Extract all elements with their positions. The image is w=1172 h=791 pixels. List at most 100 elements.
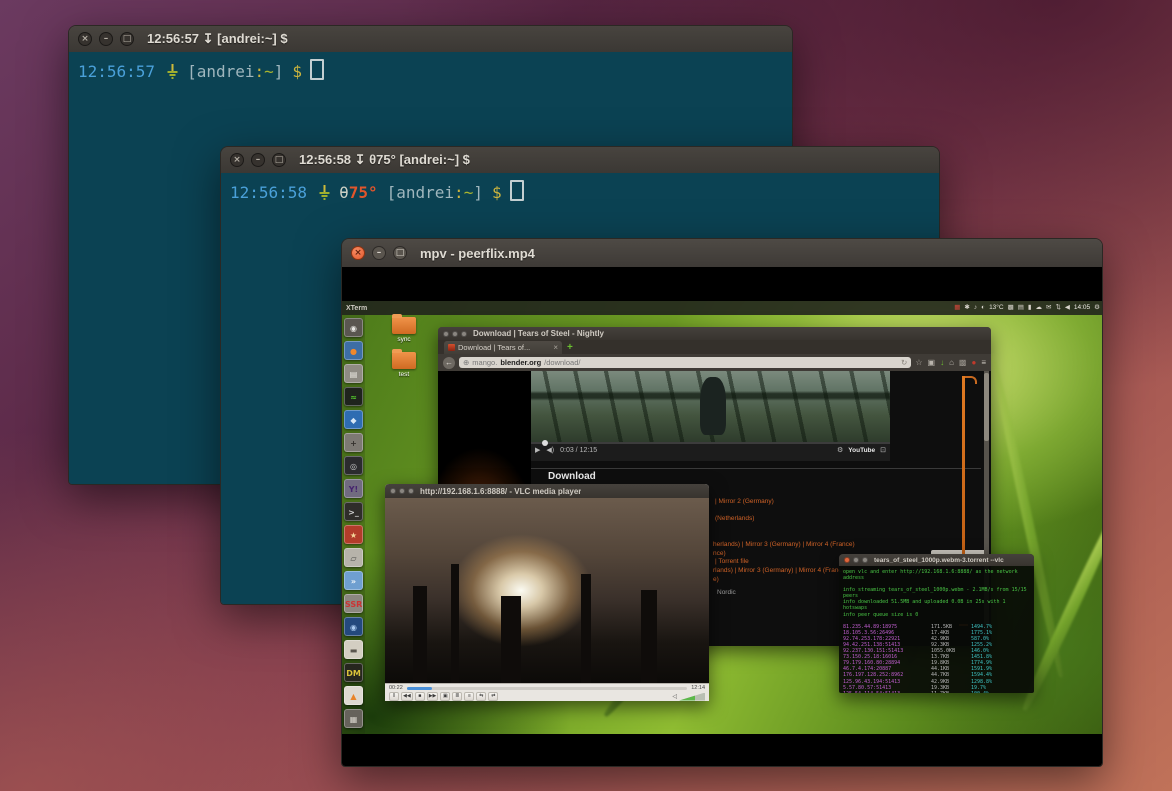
disk-icon: ▤ bbox=[1018, 301, 1024, 315]
system-tray: ▦✱♪◐13°C▩▤▮☁✉⇅◀14:05⚙ bbox=[954, 301, 1100, 315]
playlist-button: ≡ bbox=[464, 692, 474, 701]
terminal2-titlebar[interactable]: × – □ 12:56:58 ↧ θ75° [andrei:~] $ bbox=[221, 147, 939, 173]
peer-ip: 125.54.114.54:51413 bbox=[843, 691, 931, 693]
torrent-file-link: | Torrent file bbox=[715, 558, 749, 565]
launcher-dictionary: ★ bbox=[344, 525, 363, 544]
close-icon bbox=[443, 331, 449, 337]
firefox-titlebar: Download | Tears of Steel - Nightly bbox=[438, 327, 991, 340]
window-title: 12:56:58 ↧ θ75° [andrei:~] $ bbox=[299, 152, 470, 168]
volume-control: ◁ bbox=[672, 693, 705, 701]
section-divider bbox=[531, 468, 981, 469]
dropbox-icon: ▩ bbox=[1008, 301, 1014, 315]
terminal1-titlebar[interactable]: × – □ 12:56:57 ↧ [andrei:~] $ bbox=[69, 26, 792, 52]
mpv-titlebar[interactable]: × – □ mpv - peerflix.mp4 bbox=[342, 239, 1102, 267]
close-icon bbox=[390, 488, 396, 494]
mirror-link: nce) bbox=[713, 550, 726, 557]
peer-speed: 11.7KB bbox=[931, 691, 971, 693]
url-bar: ⊕ mango.blender.org/download/ ↻ bbox=[459, 357, 911, 368]
launcher-text-editor: ▱ bbox=[344, 548, 363, 567]
launcher-web-browser: ◉ bbox=[344, 617, 363, 636]
folder-label: test bbox=[387, 371, 421, 378]
settings-button: ≣ bbox=[452, 692, 462, 701]
peerflix-info-lines: info streaming tears_of_steel_1000p.webm… bbox=[843, 587, 1030, 617]
peerflix-intro-line: open vlc and enter http://192.168.1.6:88… bbox=[843, 569, 1030, 581]
loop-button: ⇆ bbox=[476, 692, 486, 701]
peer-row: 125.54.114.54:51413 11.7KB 100.4% bbox=[843, 691, 1030, 693]
launcher-messenger: » bbox=[344, 571, 363, 590]
prompt-colon: : bbox=[255, 62, 265, 81]
launcher-yahoo: Y! bbox=[344, 479, 363, 498]
launcher-firefox: ● bbox=[344, 341, 363, 360]
tower-silhouette bbox=[501, 596, 521, 683]
prompt-home: ~ bbox=[464, 183, 474, 202]
screenshot-addon-icon: ▩ bbox=[959, 358, 967, 367]
maximize-button[interactable]: □ bbox=[272, 153, 286, 167]
tab-title: Download | Tears of... bbox=[458, 343, 550, 352]
terminal-cursor bbox=[310, 59, 324, 80]
maximize-icon bbox=[461, 331, 467, 337]
youtube-logo: YouTube bbox=[848, 447, 875, 454]
fullscreen-button: ▣ bbox=[440, 692, 450, 701]
bookmark-star-icon: ☆ bbox=[915, 358, 922, 367]
brightness-icon: ◐ bbox=[981, 301, 985, 315]
launcher-trash: ▦ bbox=[344, 709, 363, 728]
prompt-user: [andrei bbox=[187, 62, 254, 81]
desktop-folder-sync: sync bbox=[387, 317, 421, 343]
unity-launcher: ◉●▤≈◆+◎Y!>_★▱»SSR◉▬DM▲▦ bbox=[342, 315, 365, 734]
firefox-tab-bar: Download | Tears of... × + bbox=[438, 340, 991, 354]
previous-button: ◀◀ bbox=[401, 692, 413, 701]
mirror-link: rlands) | Mirror 3 (Germany) | Mirror 4 … bbox=[713, 567, 847, 574]
launcher-audio-recorder: ≈ bbox=[344, 387, 363, 406]
url-path: /download/ bbox=[544, 358, 580, 367]
maximize-button[interactable]: □ bbox=[120, 32, 134, 46]
window-title: 12:56:57 ↧ [andrei:~] $ bbox=[147, 31, 288, 47]
reload-icon: ↻ bbox=[901, 358, 907, 367]
tower-silhouette bbox=[451, 564, 459, 683]
pause-button: ‖ bbox=[389, 692, 399, 701]
elapsed-time: 00:22 bbox=[389, 685, 403, 691]
firefox-navigation-bar: ← ⊕ mango.blender.org/download/ ↻ ☆▣↓⌂▩●… bbox=[438, 354, 991, 371]
maximize-icon bbox=[408, 488, 414, 494]
video-still-person bbox=[700, 377, 726, 435]
video-top-panel: XTerm ▦✱♪◐13°C▩▤▮☁✉⇅◀14:05⚙ bbox=[342, 301, 1102, 315]
download-heading: Download bbox=[548, 471, 596, 482]
total-time: 12:14 bbox=[691, 685, 705, 691]
minimize-button[interactable]: – bbox=[99, 32, 113, 46]
launcher-input-tool: + bbox=[344, 433, 363, 452]
mpv-video-area[interactable]: XTerm ▦✱♪◐13°C▩▤▮☁✉⇅◀14:05⚙ ◉●▤≈◆+◎Y!>_★… bbox=[342, 267, 1102, 766]
vlc-controls: 00:22 12:14 ‖◀◀■▶▶▣≣≡⇆⇄ ◁ bbox=[385, 683, 709, 701]
close-button[interactable]: × bbox=[230, 153, 244, 167]
vlc-window-title: http://192.168.1.6:8888/ - VLC media pla… bbox=[420, 487, 581, 496]
next-button: ▶▶ bbox=[427, 692, 439, 701]
peerflix-window-title: tears_of_steel_1000p.webm-3.torrent --vl… bbox=[874, 557, 1004, 564]
stop-button: ■ bbox=[415, 692, 425, 701]
minimize-button[interactable]: – bbox=[251, 153, 265, 167]
mirror-link: e) bbox=[713, 576, 719, 583]
menu-icon: ≡ bbox=[981, 358, 986, 367]
tab-favicon bbox=[448, 344, 455, 351]
vlc-titlebar: http://192.168.1.6:8888/ - VLC media pla… bbox=[385, 484, 709, 498]
seek-progress bbox=[407, 687, 432, 690]
microphone-icon: ♪ bbox=[974, 301, 977, 315]
bluetooth-icon: ✱ bbox=[964, 301, 969, 315]
tower-silhouette bbox=[641, 590, 657, 683]
video-timestamp: 0:03 / 12:15 bbox=[560, 447, 597, 454]
maximize-button[interactable]: □ bbox=[393, 246, 407, 260]
close-button[interactable]: × bbox=[78, 32, 92, 46]
maximize-icon bbox=[862, 557, 868, 563]
toolbar-icons: ☆▣↓⌂▩●≡ bbox=[915, 358, 986, 367]
info-line: info downloaded 51.5MB and uploaded 0.0B… bbox=[843, 599, 1030, 611]
minimize-button[interactable]: – bbox=[372, 246, 386, 260]
page-art-hook bbox=[965, 376, 977, 384]
prompt-bracket: ] bbox=[274, 62, 284, 81]
region-label: Nordic bbox=[717, 589, 736, 596]
url-domain: blender.org bbox=[500, 358, 541, 367]
prompt-theta: θ bbox=[339, 183, 349, 202]
scrollbar-thumb bbox=[984, 373, 989, 441]
folder-label: sync bbox=[387, 336, 421, 343]
prompt-temperature: 75° bbox=[349, 183, 378, 202]
vlc-button-row: ‖◀◀■▶▶▣≣≡⇆⇄ ◁ bbox=[385, 691, 709, 702]
launcher-simplescreenrecorder: SSR bbox=[344, 594, 363, 613]
close-button[interactable]: × bbox=[351, 246, 365, 260]
speaker-icon: ◁ bbox=[672, 693, 677, 701]
